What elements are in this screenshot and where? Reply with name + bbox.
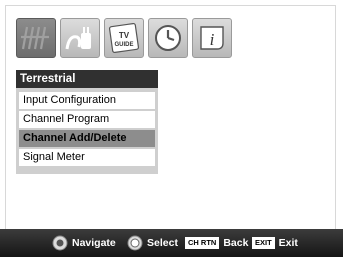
navigate-label: Navigate — [72, 237, 116, 249]
antenna-icon — [21, 26, 49, 50]
select-hint: Select — [127, 229, 178, 257]
tv-guide-text-guide: GUIDE — [114, 42, 133, 48]
menu-item-signal-meter[interactable]: Signal Meter — [19, 149, 155, 166]
menu-item-channel-program[interactable]: Channel Program — [19, 111, 155, 128]
clock-icon — [155, 25, 181, 51]
select-label: Select — [147, 237, 178, 249]
menu-title: Terrestrial — [16, 70, 158, 88]
navigate-hint: Navigate — [52, 229, 116, 257]
tab-plug[interactable] — [60, 18, 100, 58]
tab-clock[interactable] — [148, 18, 188, 58]
back-hint: CH RTN Back — [185, 229, 248, 257]
select-button-icon — [127, 235, 143, 251]
plug-icon — [65, 27, 91, 50]
info-icon: i — [200, 26, 224, 50]
tab-tv-guide[interactable]: TV GUIDE — [104, 18, 144, 58]
exit-key-badge: EXIT — [252, 237, 275, 249]
tab-antenna[interactable] — [16, 18, 56, 58]
tab-info[interactable]: i — [192, 18, 232, 58]
menu-item-input-configuration[interactable]: Input Configuration — [19, 92, 155, 109]
tv-guide-text-tv: TV — [119, 31, 130, 40]
menu-list: Input Configuration Channel Program Chan… — [16, 88, 158, 174]
exit-label: Exit — [278, 237, 298, 249]
ch-rtn-key-badge: CH RTN — [185, 237, 220, 249]
back-label: Back — [223, 237, 249, 249]
menu-tab-bar: TV GUIDE i — [16, 18, 286, 62]
exit-hint: EXIT Exit — [252, 229, 298, 257]
tv-menu-screen: TV GUIDE i Terrestrial Input Configurati… — [5, 5, 336, 252]
bottom-help-bar: Navigate Select CH RTN Back EXIT Exit — [0, 229, 343, 257]
info-glyph: i — [210, 30, 215, 49]
navigate-dpad-icon — [52, 235, 68, 251]
tv-guide-icon: TV GUIDE — [108, 22, 140, 54]
menu-item-channel-add-delete[interactable]: Channel Add/Delete — [19, 130, 155, 147]
